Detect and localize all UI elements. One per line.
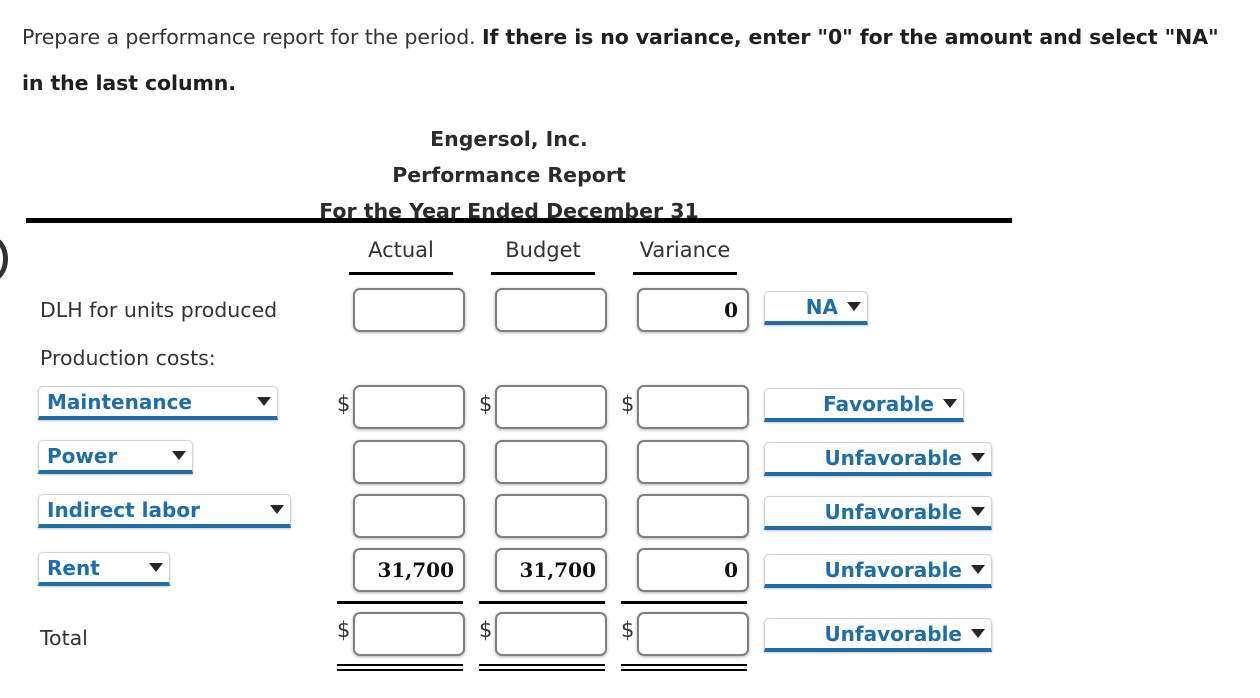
column-header-budget: Budget: [505, 238, 581, 262]
select-account-rent[interactable]: Rent: [38, 552, 170, 586]
select-account-power-label: Power: [47, 443, 118, 468]
chevron-down-icon: [847, 302, 861, 311]
currency-symbol-maintenance-budget: $: [479, 392, 493, 416]
row-label-dlh: DLH for units produced: [40, 298, 278, 322]
currency-symbol-total-variance: $: [621, 618, 635, 642]
report-period: For the Year Ended December 31: [319, 199, 699, 223]
subtotal-rule-budget: [479, 601, 605, 604]
select-account-power[interactable]: Power: [38, 440, 193, 474]
input-power-budget[interactable]: [495, 440, 607, 484]
total-double-rule-budget: [479, 664, 605, 671]
column-header-rule-actual: [349, 272, 453, 275]
currency-symbol-maintenance-actual: $: [337, 392, 351, 416]
input-dlh-variance[interactable]: 0: [637, 288, 749, 332]
chevron-down-icon: [971, 453, 985, 462]
row-label-production-costs: Production costs:: [40, 346, 216, 370]
row-label-total: Total: [40, 626, 88, 650]
select-account-rent-label: Rent: [47, 555, 100, 580]
input-indirect-labor-variance[interactable]: [637, 494, 749, 538]
select-power-status[interactable]: Unfavorable: [764, 442, 992, 476]
input-total-budget[interactable]: [495, 612, 607, 656]
select-account-indirect-labor[interactable]: Indirect labor: [38, 494, 291, 528]
chevron-down-icon: [971, 629, 985, 638]
input-rent-variance[interactable]: 0: [637, 548, 749, 592]
input-total-actual[interactable]: [353, 612, 465, 656]
column-header-rule-variance: [633, 272, 737, 275]
circle-artifact-icon: [0, 237, 8, 281]
select-indirect-labor-status-label: Unfavorable: [824, 499, 962, 524]
input-indirect-labor-budget[interactable]: [495, 494, 607, 538]
select-power-status-label: Unfavorable: [824, 445, 962, 470]
input-maintenance-variance[interactable]: [637, 385, 749, 429]
select-dlh-status[interactable]: NA: [764, 291, 868, 325]
input-dlh-budget[interactable]: [495, 288, 607, 332]
column-header-rule-budget: [491, 272, 595, 275]
select-total-status[interactable]: Unfavorable: [764, 618, 992, 652]
report-heading: Engersol, Inc. Performance Report For th…: [0, 121, 1018, 229]
input-indirect-labor-actual[interactable]: [353, 494, 465, 538]
column-header-actual: Actual: [368, 238, 434, 262]
instructions-paragraph: Prepare a performance report for the per…: [22, 14, 1237, 106]
select-dlh-status-label: NA: [805, 294, 838, 319]
chevron-down-icon: [270, 505, 284, 514]
subtotal-rule-actual: [337, 601, 463, 604]
select-account-maintenance-label: Maintenance: [47, 389, 193, 414]
company-name: Engersol, Inc.: [430, 127, 588, 151]
report-title-line: Performance Report: [392, 163, 626, 187]
total-double-rule-actual: [337, 664, 463, 671]
select-total-status-label: Unfavorable: [824, 621, 962, 646]
currency-symbol-total-budget: $: [479, 618, 493, 642]
chevron-down-icon: [257, 397, 271, 406]
select-maintenance-status[interactable]: Favorable: [764, 388, 964, 422]
select-account-indirect-labor-label: Indirect labor: [47, 497, 200, 522]
input-maintenance-budget[interactable]: [495, 385, 607, 429]
chevron-down-icon: [943, 399, 957, 408]
column-header-variance: Variance: [639, 238, 731, 262]
chevron-down-icon: [971, 565, 985, 574]
input-maintenance-actual[interactable]: [353, 385, 465, 429]
currency-symbol-total-actual: $: [337, 618, 351, 642]
select-indirect-labor-status[interactable]: Unfavorable: [764, 496, 992, 530]
input-dlh-actual[interactable]: [353, 288, 465, 332]
chevron-down-icon: [971, 507, 985, 516]
instructions-plain-text: Prepare a performance report for the per…: [22, 25, 482, 49]
input-power-actual[interactable]: [353, 440, 465, 484]
header-thick-rule: [26, 218, 1012, 223]
chevron-down-icon: [149, 563, 163, 572]
subtotal-rule-variance: [621, 601, 747, 604]
select-rent-status[interactable]: Unfavorable: [764, 554, 992, 588]
select-maintenance-status-label: Favorable: [823, 391, 934, 416]
input-power-variance[interactable]: [637, 440, 749, 484]
currency-symbol-maintenance-variance: $: [621, 392, 635, 416]
select-rent-status-label: Unfavorable: [824, 557, 962, 582]
total-double-rule-variance: [621, 664, 747, 671]
input-rent-actual[interactable]: 31,700: [353, 548, 465, 592]
input-total-variance[interactable]: [637, 612, 749, 656]
select-account-maintenance[interactable]: Maintenance: [38, 386, 278, 420]
chevron-down-icon: [172, 451, 186, 460]
input-rent-budget[interactable]: 31,700: [495, 548, 607, 592]
